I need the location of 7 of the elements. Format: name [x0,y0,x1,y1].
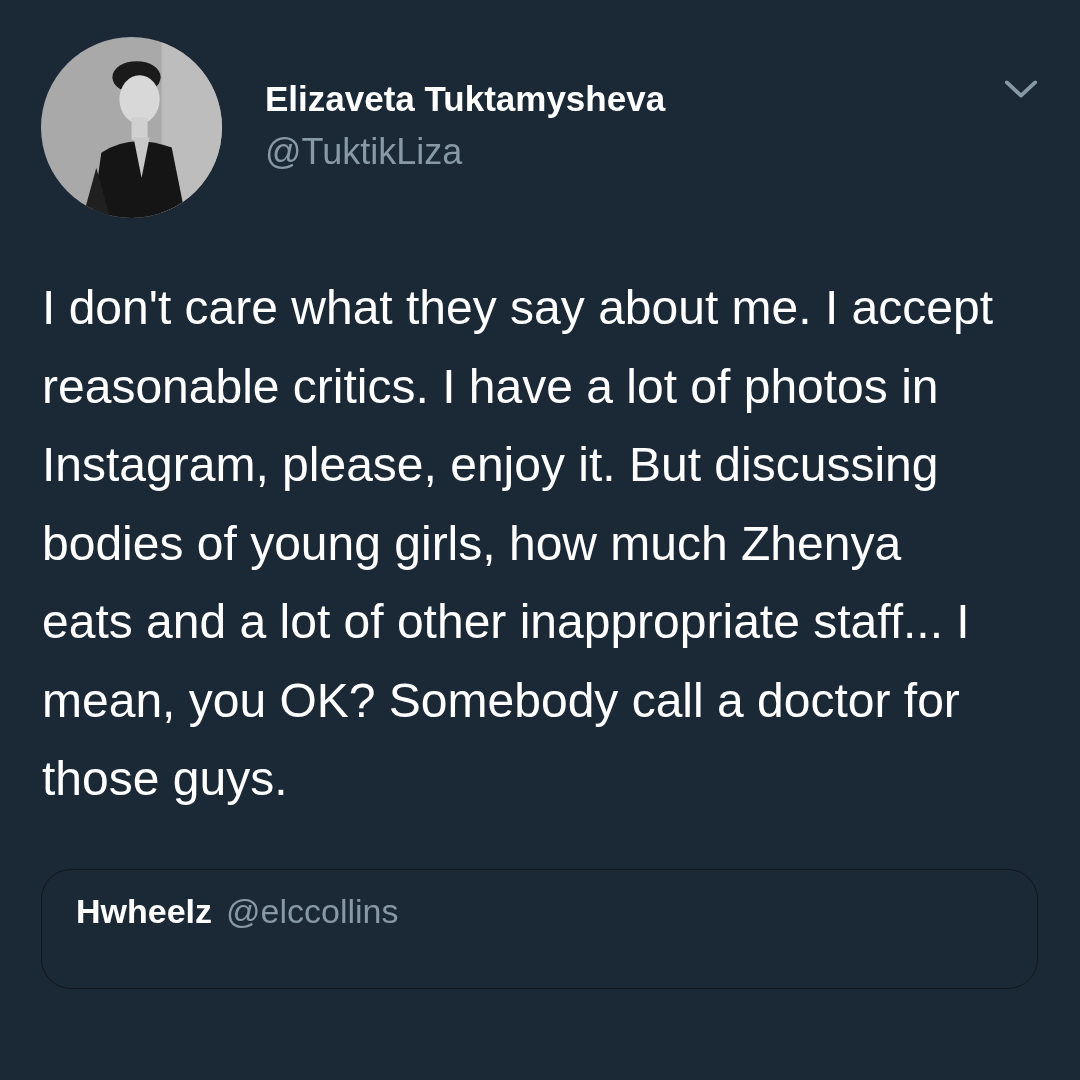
quoted-author-name: Hwheelz [76,891,213,931]
author-name: Elizaveta Tuktamysheva [265,79,667,119]
author-handle: @TuktikLiza [265,131,464,173]
chevron-down-icon[interactable] [1004,79,1038,99]
tweet-text: I don't care what they say about me. I accept reasonable critics. I have a lot of photos in Instagram, please, enjoy it. But discussing bodies of young girls, how much Zhenya eats and a lot of other inappropriate staff... I mean, you OK? Somebody call a doctor for those guys. [42,280,995,807]
quoted-author-handle: @elccollins [226,891,399,931]
quoted-tweet-card[interactable]: Hwheelz @elccollins [41,868,1038,989]
